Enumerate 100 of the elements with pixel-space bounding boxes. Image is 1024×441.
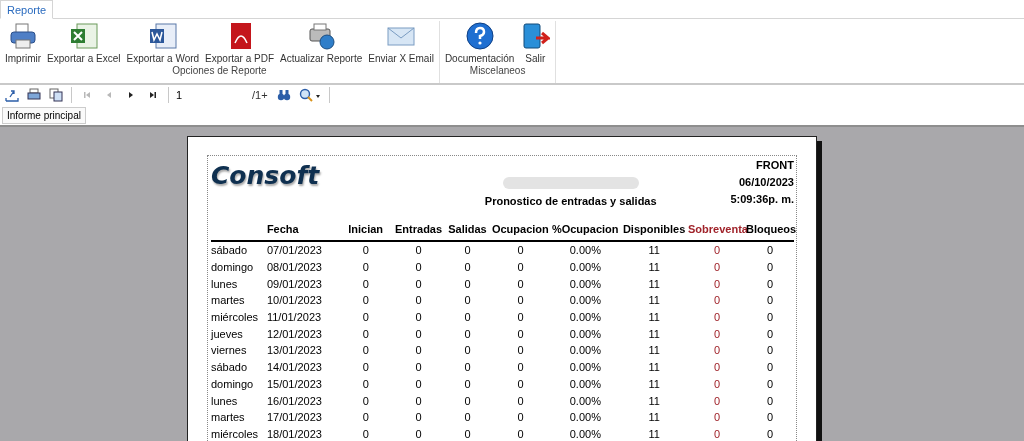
weekday-label: sábado	[211, 244, 248, 257]
group-label: Miscelaneos	[469, 65, 526, 76]
copy-icon	[49, 88, 63, 102]
table-cell: 13/01/2023	[266, 344, 322, 357]
table-cell: 11	[648, 327, 660, 340]
table-cell: 0	[464, 361, 471, 374]
table-cell: 11	[648, 277, 660, 290]
table-cell: 0	[766, 244, 774, 257]
weekday-label: jueves	[211, 327, 243, 340]
table-cell: 0	[766, 427, 774, 440]
weekday-label: lunes	[211, 277, 238, 290]
table-cell: 0	[517, 344, 524, 357]
table-cell: 0	[766, 311, 774, 324]
table-cell: 0	[464, 261, 471, 274]
table-cell: 0	[766, 277, 774, 290]
column-header: Disponibles	[622, 223, 686, 235]
email-button[interactable]: Enviar X Email	[365, 21, 437, 64]
table-cell: 0	[766, 361, 774, 374]
refresh-button[interactable]: Actualizar Reporte	[277, 21, 366, 64]
table-cell: 0.00%	[569, 344, 601, 357]
table-cell: 11	[648, 344, 660, 357]
pdf-button[interactable]: Exportar a PDF	[202, 21, 278, 64]
table-cell: 0.00%	[569, 377, 601, 390]
table-cell: 11	[648, 261, 660, 274]
table-cell: 0	[517, 377, 524, 390]
table-cell: 0	[714, 344, 721, 357]
report-info: 5:09:36p. m.	[730, 193, 794, 205]
table-cell: 0	[517, 294, 524, 307]
right-arrow-icon	[148, 90, 158, 100]
table-cell: 0	[362, 311, 369, 324]
table-cell: 0	[714, 327, 721, 340]
export-icon	[5, 88, 19, 102]
table-cell: 0	[415, 377, 422, 390]
table-cell: 0	[464, 377, 471, 390]
table-cell: 0.00%	[569, 411, 601, 424]
table-cell: 07/01/2023	[266, 244, 322, 257]
printer-button[interactable]: Imprimir	[2, 21, 45, 64]
table-cell: 0	[464, 244, 471, 257]
weekday-label: miércoles	[211, 311, 259, 324]
table-cell: 0	[362, 277, 369, 290]
report-info: FRONT	[755, 159, 794, 171]
table-cell: 11	[648, 377, 660, 390]
table-cell: 0	[362, 394, 369, 407]
weekday-label: miércoles	[211, 427, 259, 440]
table-cell: 15/01/2023	[266, 377, 322, 390]
table-cell: 18/01/2023	[266, 427, 322, 440]
table-cell: 0	[517, 411, 524, 424]
table-cell: 0	[766, 327, 774, 340]
column-header: Inician	[348, 223, 384, 235]
table-cell: 11	[648, 244, 660, 257]
copy-button[interactable]	[46, 86, 66, 104]
table-cell: 0	[517, 394, 524, 407]
report-tab[interactable]: Informe principal	[2, 106, 86, 124]
table-cell: 10/01/2023	[266, 294, 322, 307]
table-cell: 11	[648, 427, 660, 440]
table-cell: 0	[517, 277, 524, 290]
table-cell: 0	[362, 427, 369, 440]
table-cell: 0	[714, 244, 721, 257]
table-cell: 0	[714, 277, 721, 290]
column-header: Bloqueos	[746, 223, 797, 235]
table-cell: 0	[766, 294, 774, 307]
table-cell: 0	[415, 294, 422, 307]
excel-button[interactable]: Exportar a Excel	[44, 21, 124, 64]
binoculars-icon	[276, 88, 291, 102]
table-cell: 0	[714, 377, 721, 390]
table-cell: 0	[517, 311, 524, 324]
table-cell: 0	[415, 244, 422, 257]
table-cell: 0	[517, 361, 524, 374]
table-cell: 0.00%	[569, 277, 601, 290]
help-button[interactable]: Documentación	[441, 21, 518, 64]
table-cell: 0	[464, 311, 471, 324]
table-cell: 0	[362, 261, 369, 274]
table-cell: 0	[714, 294, 721, 307]
table-cell: 11/01/2023	[266, 311, 322, 324]
word-button[interactable]: Exportar a Word	[123, 21, 203, 64]
left-arrow-icon	[82, 90, 92, 100]
table-cell: 0	[714, 261, 721, 274]
zoom-icon	[298, 88, 321, 102]
table-cell: 11	[648, 361, 660, 374]
table-cell: 0	[517, 427, 524, 440]
table-cell: 09/01/2023	[266, 277, 322, 290]
table-cell: 11	[648, 411, 660, 424]
table-cell: 0	[362, 344, 369, 357]
table-cell: 11	[648, 394, 660, 407]
weekday-label: domingo	[211, 261, 254, 274]
column-header: Salidas	[448, 223, 487, 235]
table-cell: 0	[415, 261, 422, 274]
table-cell: 0	[714, 411, 721, 424]
table-cell: 0	[415, 411, 422, 424]
printer-icon	[27, 88, 41, 102]
table-cell: 0	[517, 261, 524, 274]
weekday-label: sábado	[211, 361, 248, 374]
table-cell: 14/01/2023	[266, 361, 322, 374]
table-cell: 0	[766, 344, 774, 357]
table-cell: 16/01/2023	[266, 394, 322, 407]
ribbon-tab[interactable]: Reporte	[0, 0, 54, 19]
logo: Consoft	[211, 160, 321, 192]
table-cell: 12/01/2023	[266, 327, 322, 340]
exit-button[interactable]: Salir	[517, 21, 554, 64]
table-cell: 0	[714, 394, 721, 407]
